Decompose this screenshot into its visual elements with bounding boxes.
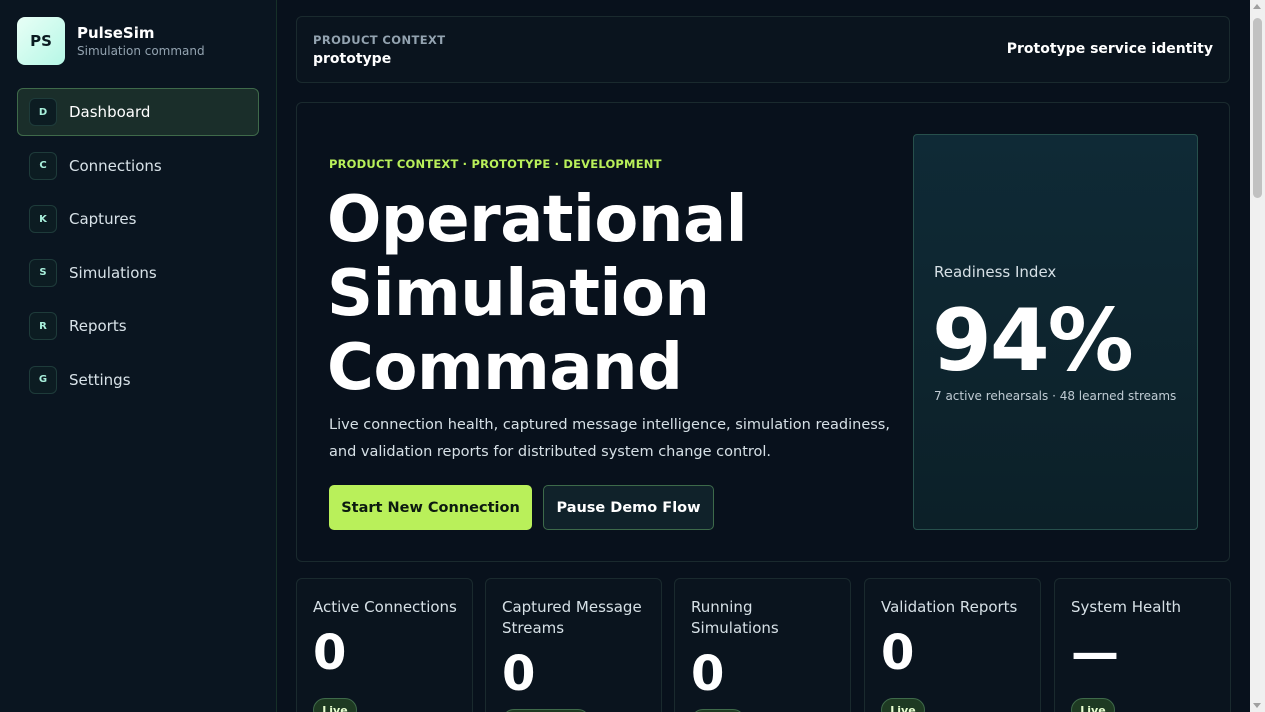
- stat-card-active-connections[interactable]: Active Connections 0 Live: [296, 578, 473, 712]
- context-value: prototype: [313, 51, 392, 67]
- start-new-connection-button[interactable]: Start New Connection: [329, 485, 532, 530]
- sidebar-item-label: Connections: [69, 156, 162, 175]
- sidebar-item-label: Dashboard: [69, 103, 151, 121]
- sidebar-nav: D Dashboard C Connections K Captures S S…: [17, 88, 259, 409]
- status-badge: Live: [1071, 698, 1115, 712]
- settings-key-icon: G: [29, 365, 57, 394]
- hero-panel: PRODUCT CONTEXT · PROTOTYPE · DEVELOPMEN…: [296, 102, 1230, 562]
- sidebar-item-label: Simulations: [69, 263, 157, 282]
- title-line: Command: [327, 331, 683, 405]
- dashboard-key-icon: D: [29, 98, 57, 126]
- stat-value: —: [1071, 625, 1119, 681]
- brand-logo: PS: [17, 17, 65, 65]
- hero-eyebrow: PRODUCT CONTEXT · PROTOTYPE · DEVELOPMEN…: [329, 157, 662, 171]
- captures-key-icon: K: [29, 205, 57, 233]
- sidebar-item-label: Settings: [69, 370, 131, 389]
- readiness-subtitle: 7 active rehearsals · 48 learned streams: [934, 389, 1177, 403]
- stat-value: 0: [502, 646, 536, 702]
- scroll-down-icon[interactable]: [1253, 703, 1261, 708]
- page-scrollbar[interactable]: [1250, 0, 1265, 712]
- stat-card-validation-reports[interactable]: Validation Reports 0 Live: [864, 578, 1041, 712]
- brand[interactable]: PS PulseSim Simulation command: [17, 17, 205, 65]
- sidebar: PS PulseSim Simulation command D Dashboa…: [0, 0, 277, 712]
- scroll-up-icon[interactable]: [1253, 4, 1261, 9]
- stat-value: 0: [313, 625, 347, 681]
- stat-label: Captured Message Streams: [502, 598, 642, 637]
- context-label: PRODUCT CONTEXT: [313, 33, 446, 47]
- stat-card-running-simulations[interactable]: Running Simulations 0: [674, 578, 851, 712]
- reports-key-icon: R: [29, 312, 57, 340]
- readiness-label: Readiness Index: [934, 263, 1057, 281]
- sidebar-item-reports[interactable]: R Reports: [17, 302, 259, 350]
- sidebar-item-dashboard[interactable]: D Dashboard: [17, 88, 259, 136]
- sidebar-item-captures[interactable]: K Captures: [17, 195, 259, 243]
- stat-value: 0: [691, 646, 725, 702]
- stat-card-captured-streams[interactable]: Captured Message Streams 0: [485, 578, 662, 712]
- scroll-thumb[interactable]: [1253, 18, 1262, 198]
- product-context-bar: PRODUCT CONTEXT prototype Prototype serv…: [296, 16, 1230, 83]
- sidebar-item-simulations[interactable]: S Simulations: [17, 249, 259, 297]
- brand-name: PulseSim: [77, 24, 155, 42]
- sidebar-item-settings[interactable]: G Settings: [17, 356, 259, 404]
- stat-label: Active Connections: [313, 598, 457, 616]
- readiness-value: 94%: [932, 291, 1134, 391]
- stat-label: Validation Reports: [881, 598, 1018, 616]
- connections-key-icon: C: [29, 151, 57, 180]
- title-line: Simulation: [327, 257, 710, 331]
- stat-value: 0: [881, 625, 915, 681]
- status-badge: Live: [881, 698, 925, 712]
- service-identity: Prototype service identity: [1006, 41, 1213, 57]
- hero-description: Live connection health, captured message…: [329, 417, 890, 460]
- brand-subtitle: Simulation command: [77, 44, 205, 58]
- page-title: Operational Simulation Command: [327, 183, 887, 405]
- pause-demo-flow-button[interactable]: Pause Demo Flow: [543, 485, 714, 530]
- stat-label: System Health: [1071, 598, 1181, 616]
- sidebar-item-label: Reports: [69, 317, 127, 335]
- stat-card-system-health[interactable]: System Health — Live: [1054, 578, 1231, 712]
- readiness-card: Readiness Index 94% 7 active rehearsals …: [913, 134, 1198, 530]
- sidebar-item-connections[interactable]: C Connections: [17, 142, 259, 190]
- sidebar-item-label: Captures: [69, 210, 137, 228]
- simulations-key-icon: S: [29, 258, 57, 287]
- stat-label: Running Simulations: [691, 598, 779, 637]
- title-line: Operational: [327, 183, 748, 257]
- status-badge: Live: [313, 698, 357, 712]
